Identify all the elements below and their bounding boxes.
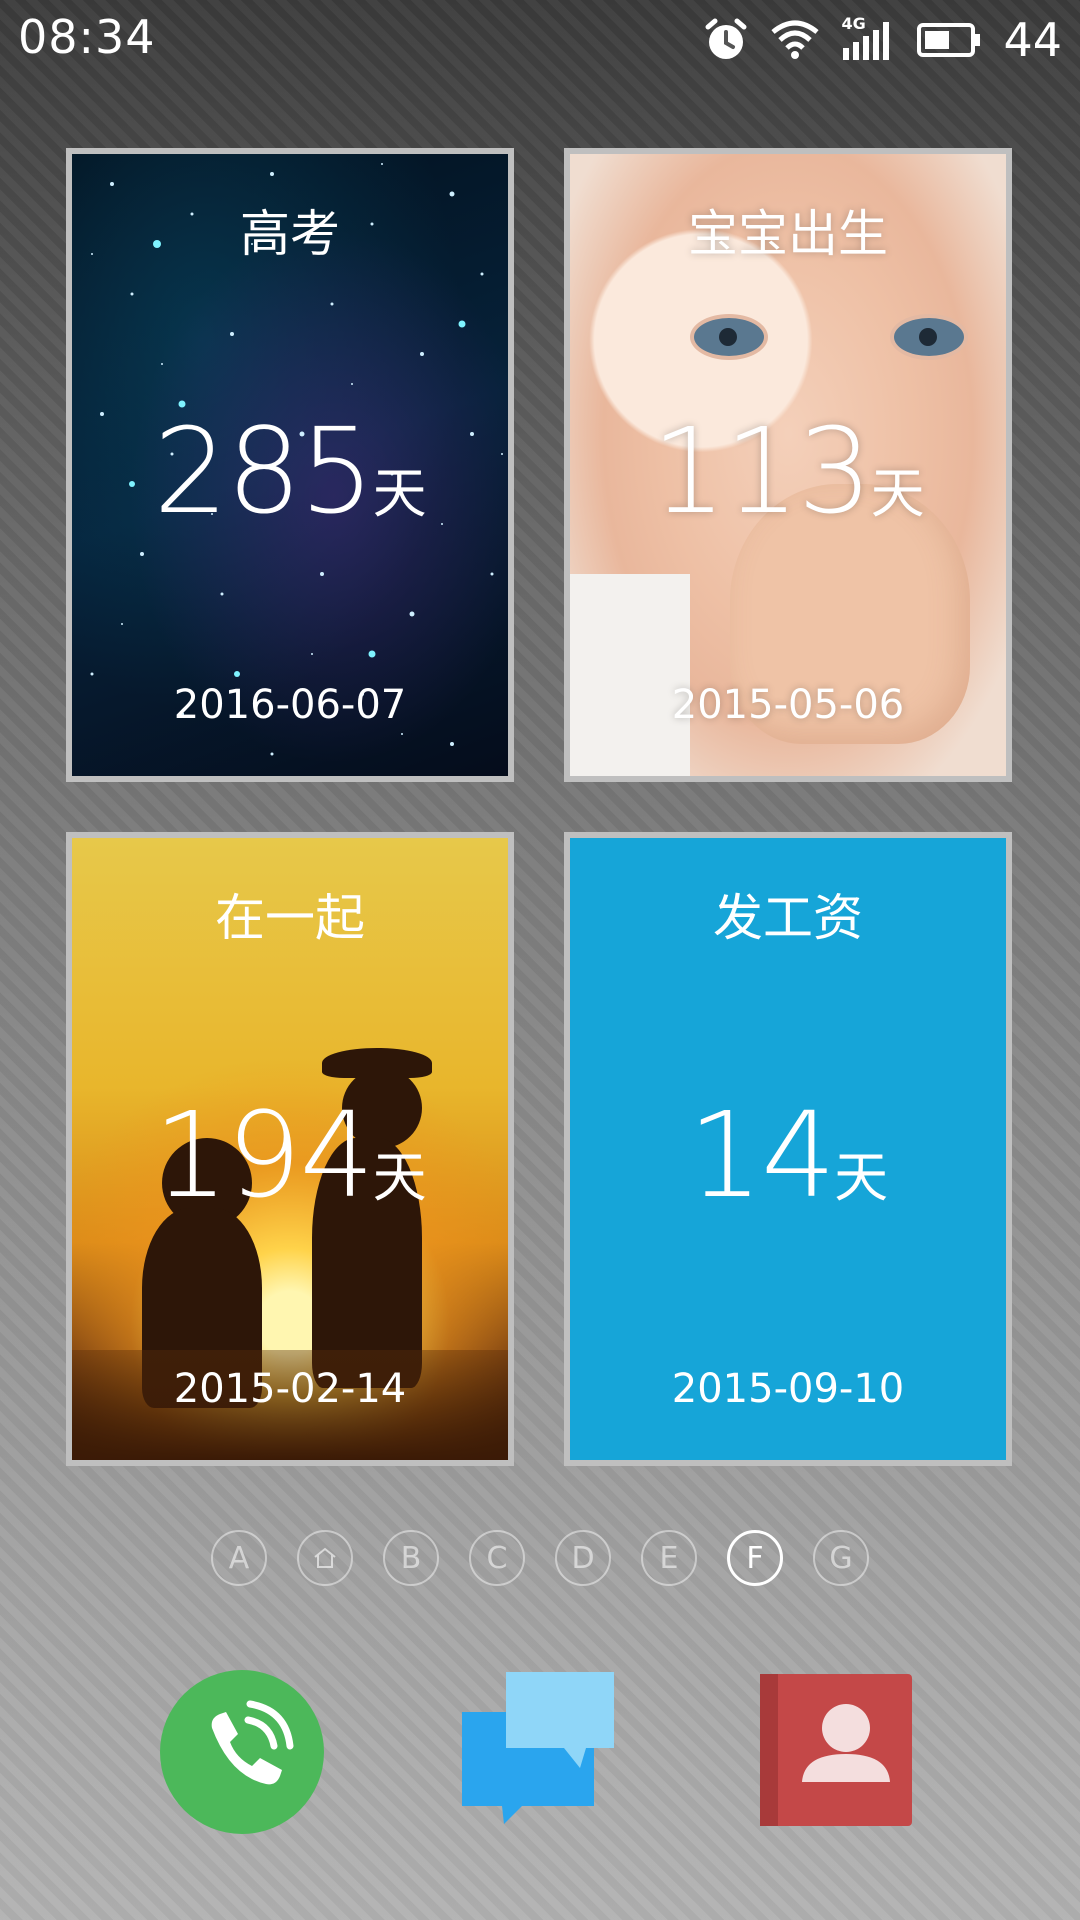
day-number: 194 xyxy=(153,1086,374,1224)
contacts-icon xyxy=(760,1674,912,1826)
day-unit: 天 xyxy=(372,1146,427,1209)
battery-level: 44 xyxy=(1003,13,1062,67)
page-dot-e[interactable]: E xyxy=(641,1530,697,1586)
status-icons: 4G 44 xyxy=(703,12,1062,68)
card-date: 2015-02-14 xyxy=(173,1366,407,1412)
card-title: 发工资 xyxy=(713,889,863,947)
phone-app-button[interactable] xyxy=(160,1670,324,1834)
day-unit: 天 xyxy=(834,1146,889,1209)
page-dot-f[interactable]: F xyxy=(727,1530,783,1586)
page-dot-b[interactable]: B xyxy=(383,1530,439,1586)
day-count: 113天 xyxy=(570,402,1006,540)
countdown-card-payday[interactable]: 发工资 14天 2015-09-10 xyxy=(564,832,1012,1466)
card-title: 在一起 xyxy=(215,889,365,947)
status-bar: 08:34 4G 44 xyxy=(0,0,1080,80)
day-number: 113 xyxy=(651,402,872,540)
page-indicator: A B C D E F G xyxy=(0,1530,1080,1586)
signal-4g-icon: 4G xyxy=(841,14,895,62)
baby-eye-right xyxy=(890,314,968,360)
messages-icon xyxy=(462,1672,614,1824)
alarm-icon xyxy=(705,18,747,59)
day-unit: 天 xyxy=(372,462,427,525)
contacts-app-button[interactable] xyxy=(760,1674,912,1826)
card-title: 宝宝出生 xyxy=(688,205,888,263)
hat-silhouette xyxy=(322,1048,432,1078)
home-icon xyxy=(314,1547,336,1568)
countdown-card-together[interactable]: 在一起 194天 2015-02-14 xyxy=(66,832,514,1466)
card-date: 2016-06-07 xyxy=(173,682,407,728)
card-date: 2015-09-10 xyxy=(671,1366,905,1412)
day-count: 14天 xyxy=(570,1086,1006,1224)
page-dot-c[interactable]: C xyxy=(469,1530,525,1586)
page-dot-d[interactable]: D xyxy=(555,1530,611,1586)
day-number: 14 xyxy=(687,1086,836,1224)
page-dot-a[interactable]: A xyxy=(211,1530,267,1586)
countdown-card-gaokao[interactable]: 高考 285天 2016-06-07 xyxy=(66,148,514,782)
card-title: 高考 xyxy=(240,205,340,263)
battery-icon xyxy=(917,23,981,57)
messages-app-button[interactable] xyxy=(462,1672,616,1828)
baby-eye-left xyxy=(690,314,768,360)
page-dot-home[interactable] xyxy=(297,1530,353,1586)
countdown-card-baby-birth[interactable]: 宝宝出生 113天 2015-05-06 xyxy=(564,148,1012,782)
page-dot-g[interactable]: G xyxy=(813,1530,869,1586)
day-count: 194天 xyxy=(72,1086,508,1224)
status-time: 08:34 xyxy=(18,10,156,64)
card-date: 2015-05-06 xyxy=(671,682,905,728)
baby-shirt xyxy=(570,574,690,776)
phone-icon xyxy=(211,1700,294,1785)
day-number: 285 xyxy=(153,402,374,540)
wifi-icon xyxy=(771,20,820,59)
day-unit: 天 xyxy=(870,462,925,525)
day-count: 285天 xyxy=(72,402,508,540)
